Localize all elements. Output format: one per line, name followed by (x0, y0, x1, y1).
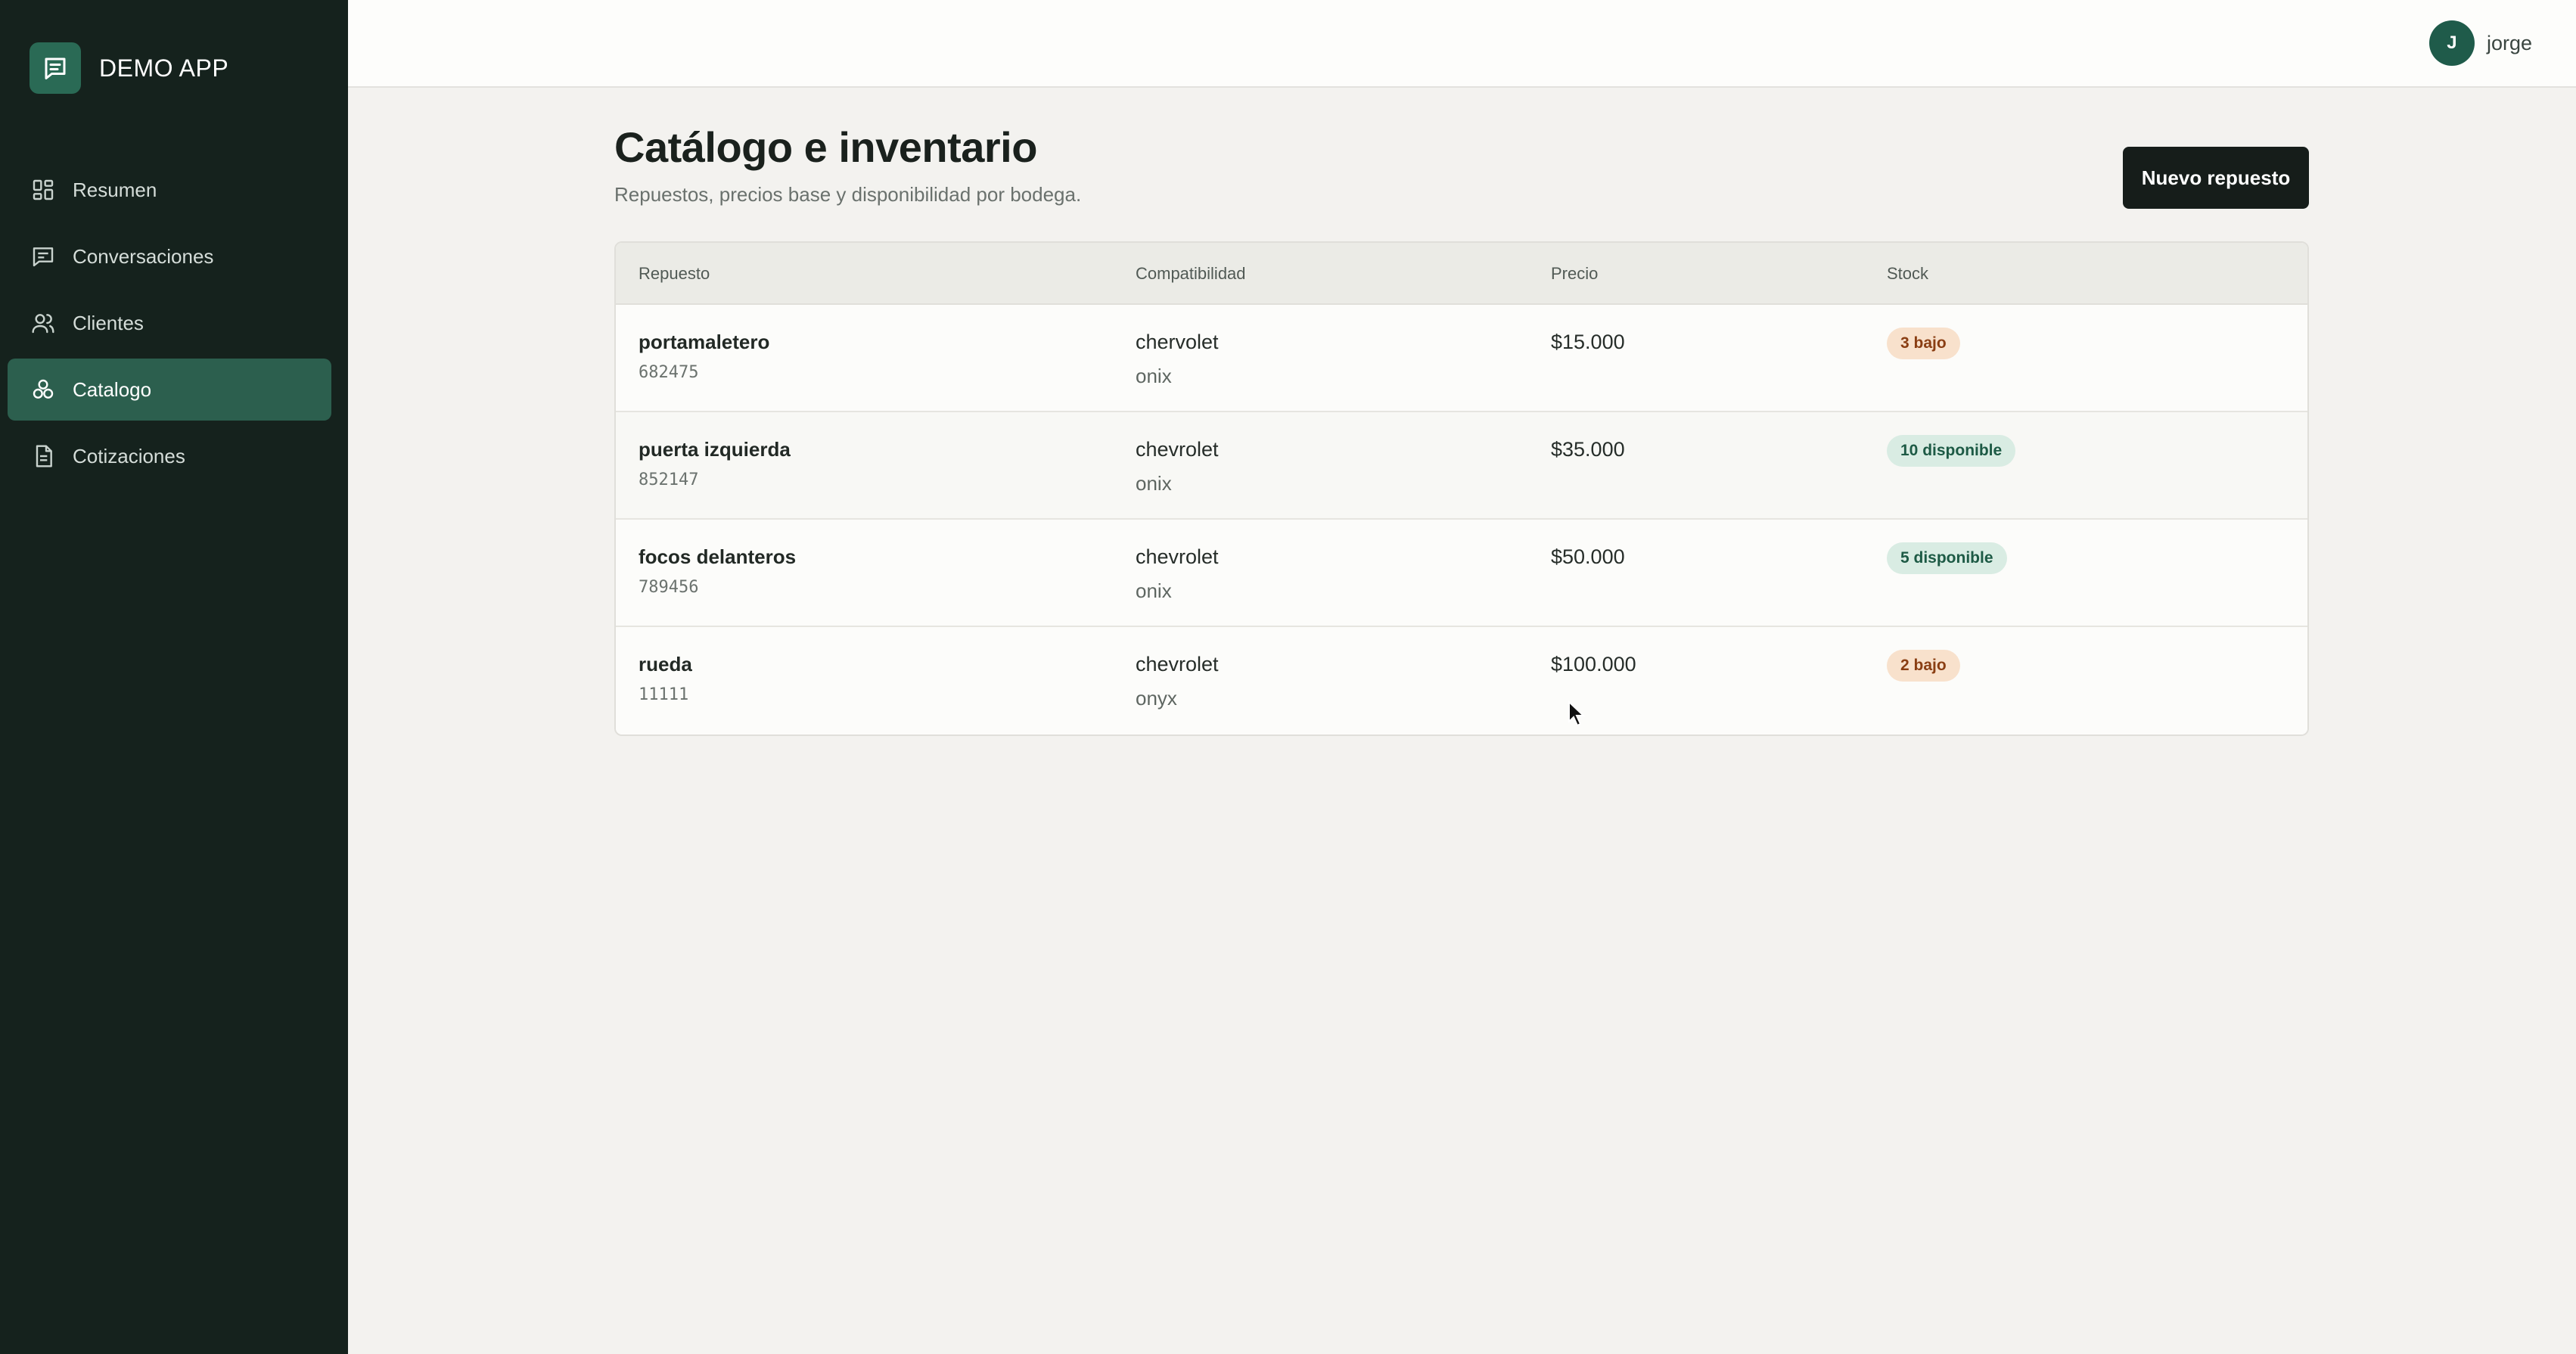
stock-cell: 2 bajo (1887, 650, 1960, 682)
table-row[interactable]: focos delanteros 789456 chevrolet onix $… (616, 520, 2307, 627)
sidebar-item-label: Conversaciones (73, 244, 214, 268)
table-row[interactable]: rueda 11111 chevrolet onyx $100.000 2 ba… (616, 627, 2307, 734)
sidebar-item-label: Cotizaciones (73, 444, 185, 467)
column-header-precio: Precio (1551, 264, 1599, 283)
stock-cell: 3 bajo (1887, 328, 1960, 359)
brand-name: DEMO APP (99, 54, 229, 82)
price: $100.000 (1551, 653, 1636, 675)
price: $35.000 (1551, 438, 1625, 461)
page-title: Catálogo e inventario (614, 123, 1037, 171)
status-badge: 2 bajo (1887, 650, 1960, 682)
part-code: 11111 (639, 685, 689, 704)
stock-cell: 10 disponible (1887, 435, 2016, 467)
price-cell: $100.000 (1551, 653, 1636, 676)
part-name: portamaletero (639, 331, 770, 353)
sidebar-item-label: Resumen (73, 178, 157, 201)
part-name: puerta izquierda (639, 438, 791, 461)
price-cell: $35.000 (1551, 438, 1625, 461)
compat-make: chevrolet (1136, 545, 1219, 568)
compat-make: chevrolet (1136, 438, 1219, 461)
status-badge: 5 disponible (1887, 542, 2007, 574)
column-header-compatibilidad: Compatibilidad (1136, 264, 1246, 283)
compat-cell: chevrolet onix (1136, 545, 1219, 603)
part-cell: rueda 11111 (639, 653, 692, 704)
compat-cell: chevrolet onix (1136, 438, 1219, 495)
sidebar-item-cotizaciones[interactable]: Cotizaciones (8, 425, 331, 487)
column-header-stock: Stock (1887, 264, 1929, 283)
column-header-repuesto: Repuesto (639, 264, 710, 283)
part-cell: puerta izquierda 852147 (639, 438, 791, 489)
chat-lines-icon (30, 42, 81, 94)
brand[interactable]: DEMO APP (30, 42, 228, 94)
users-icon (30, 310, 56, 336)
compat-model: onyx (1136, 687, 1177, 710)
user-name: jorge (2486, 31, 2532, 54)
compat-cell: chervolet onix (1136, 331, 1219, 388)
sidebar-item-clientes[interactable]: Clientes (8, 292, 331, 354)
part-name: focos delanteros (639, 545, 797, 568)
compat-make: chevrolet (1136, 653, 1219, 675)
part-code: 789456 (639, 578, 699, 597)
stock-cell: 5 disponible (1887, 542, 2007, 574)
table-row[interactable]: portamaletero 682475 chervolet onix $15.… (616, 305, 2307, 412)
compat-make: chervolet (1136, 331, 1219, 353)
message-square-icon (30, 244, 56, 269)
table-header: Repuesto Compatibilidad Precio Stock (616, 243, 2307, 305)
price-cell: $15.000 (1551, 331, 1625, 354)
page-subtitle: Repuestos, precios base y disponibilidad… (614, 183, 1082, 206)
user-menu[interactable]: J jorge (2428, 20, 2532, 67)
sidebar-nav: Resumen Conversaciones Clientes Catalogo… (8, 159, 331, 492)
new-part-button[interactable]: Nuevo repuesto (2123, 147, 2309, 209)
app-root: DEMO APP Resumen Conversaciones Clientes… (0, 0, 2576, 1354)
compat-model: onix (1136, 472, 1172, 495)
dashboard-grid-icon (30, 177, 56, 203)
sidebar-item-catalogo[interactable]: Catalogo (8, 359, 331, 421)
price: $15.000 (1551, 331, 1625, 353)
status-badge: 10 disponible (1887, 435, 2016, 467)
part-code: 682475 (639, 363, 699, 382)
mouse-cursor-icon (1568, 700, 1586, 727)
price-cell: $50.000 (1551, 545, 1625, 569)
avatar[interactable]: J (2428, 20, 2475, 66)
sidebar-item-label: Clientes (73, 311, 144, 334)
sidebar-item-conversaciones[interactable]: Conversaciones (8, 225, 331, 287)
sidebar: DEMO APP Resumen Conversaciones Clientes… (0, 0, 348, 1354)
compat-cell: chevrolet onyx (1136, 653, 1219, 710)
table-row[interactable]: puerta izquierda 852147 chevrolet onix $… (616, 412, 2307, 520)
sidebar-item-label: Catalogo (73, 377, 152, 401)
catalog-table: Repuesto Compatibilidad Precio Stock por… (614, 241, 2309, 736)
price: $50.000 (1551, 545, 1625, 568)
table-body: portamaletero 682475 chervolet onix $15.… (616, 305, 2307, 734)
part-cell: focos delanteros 789456 (639, 545, 796, 597)
status-badge: 3 bajo (1887, 328, 1960, 359)
compat-model: onix (1136, 365, 1172, 387)
sidebar-item-resumen[interactable]: Resumen (8, 159, 331, 221)
catalog-circles-icon (30, 377, 56, 402)
topbar: J jorge (348, 0, 2576, 88)
part-code: 852147 (639, 470, 699, 489)
document-icon (30, 443, 56, 469)
part-cell: portamaletero 682475 (639, 331, 769, 382)
compat-model: onix (1136, 579, 1172, 602)
part-name: rueda (639, 653, 692, 675)
